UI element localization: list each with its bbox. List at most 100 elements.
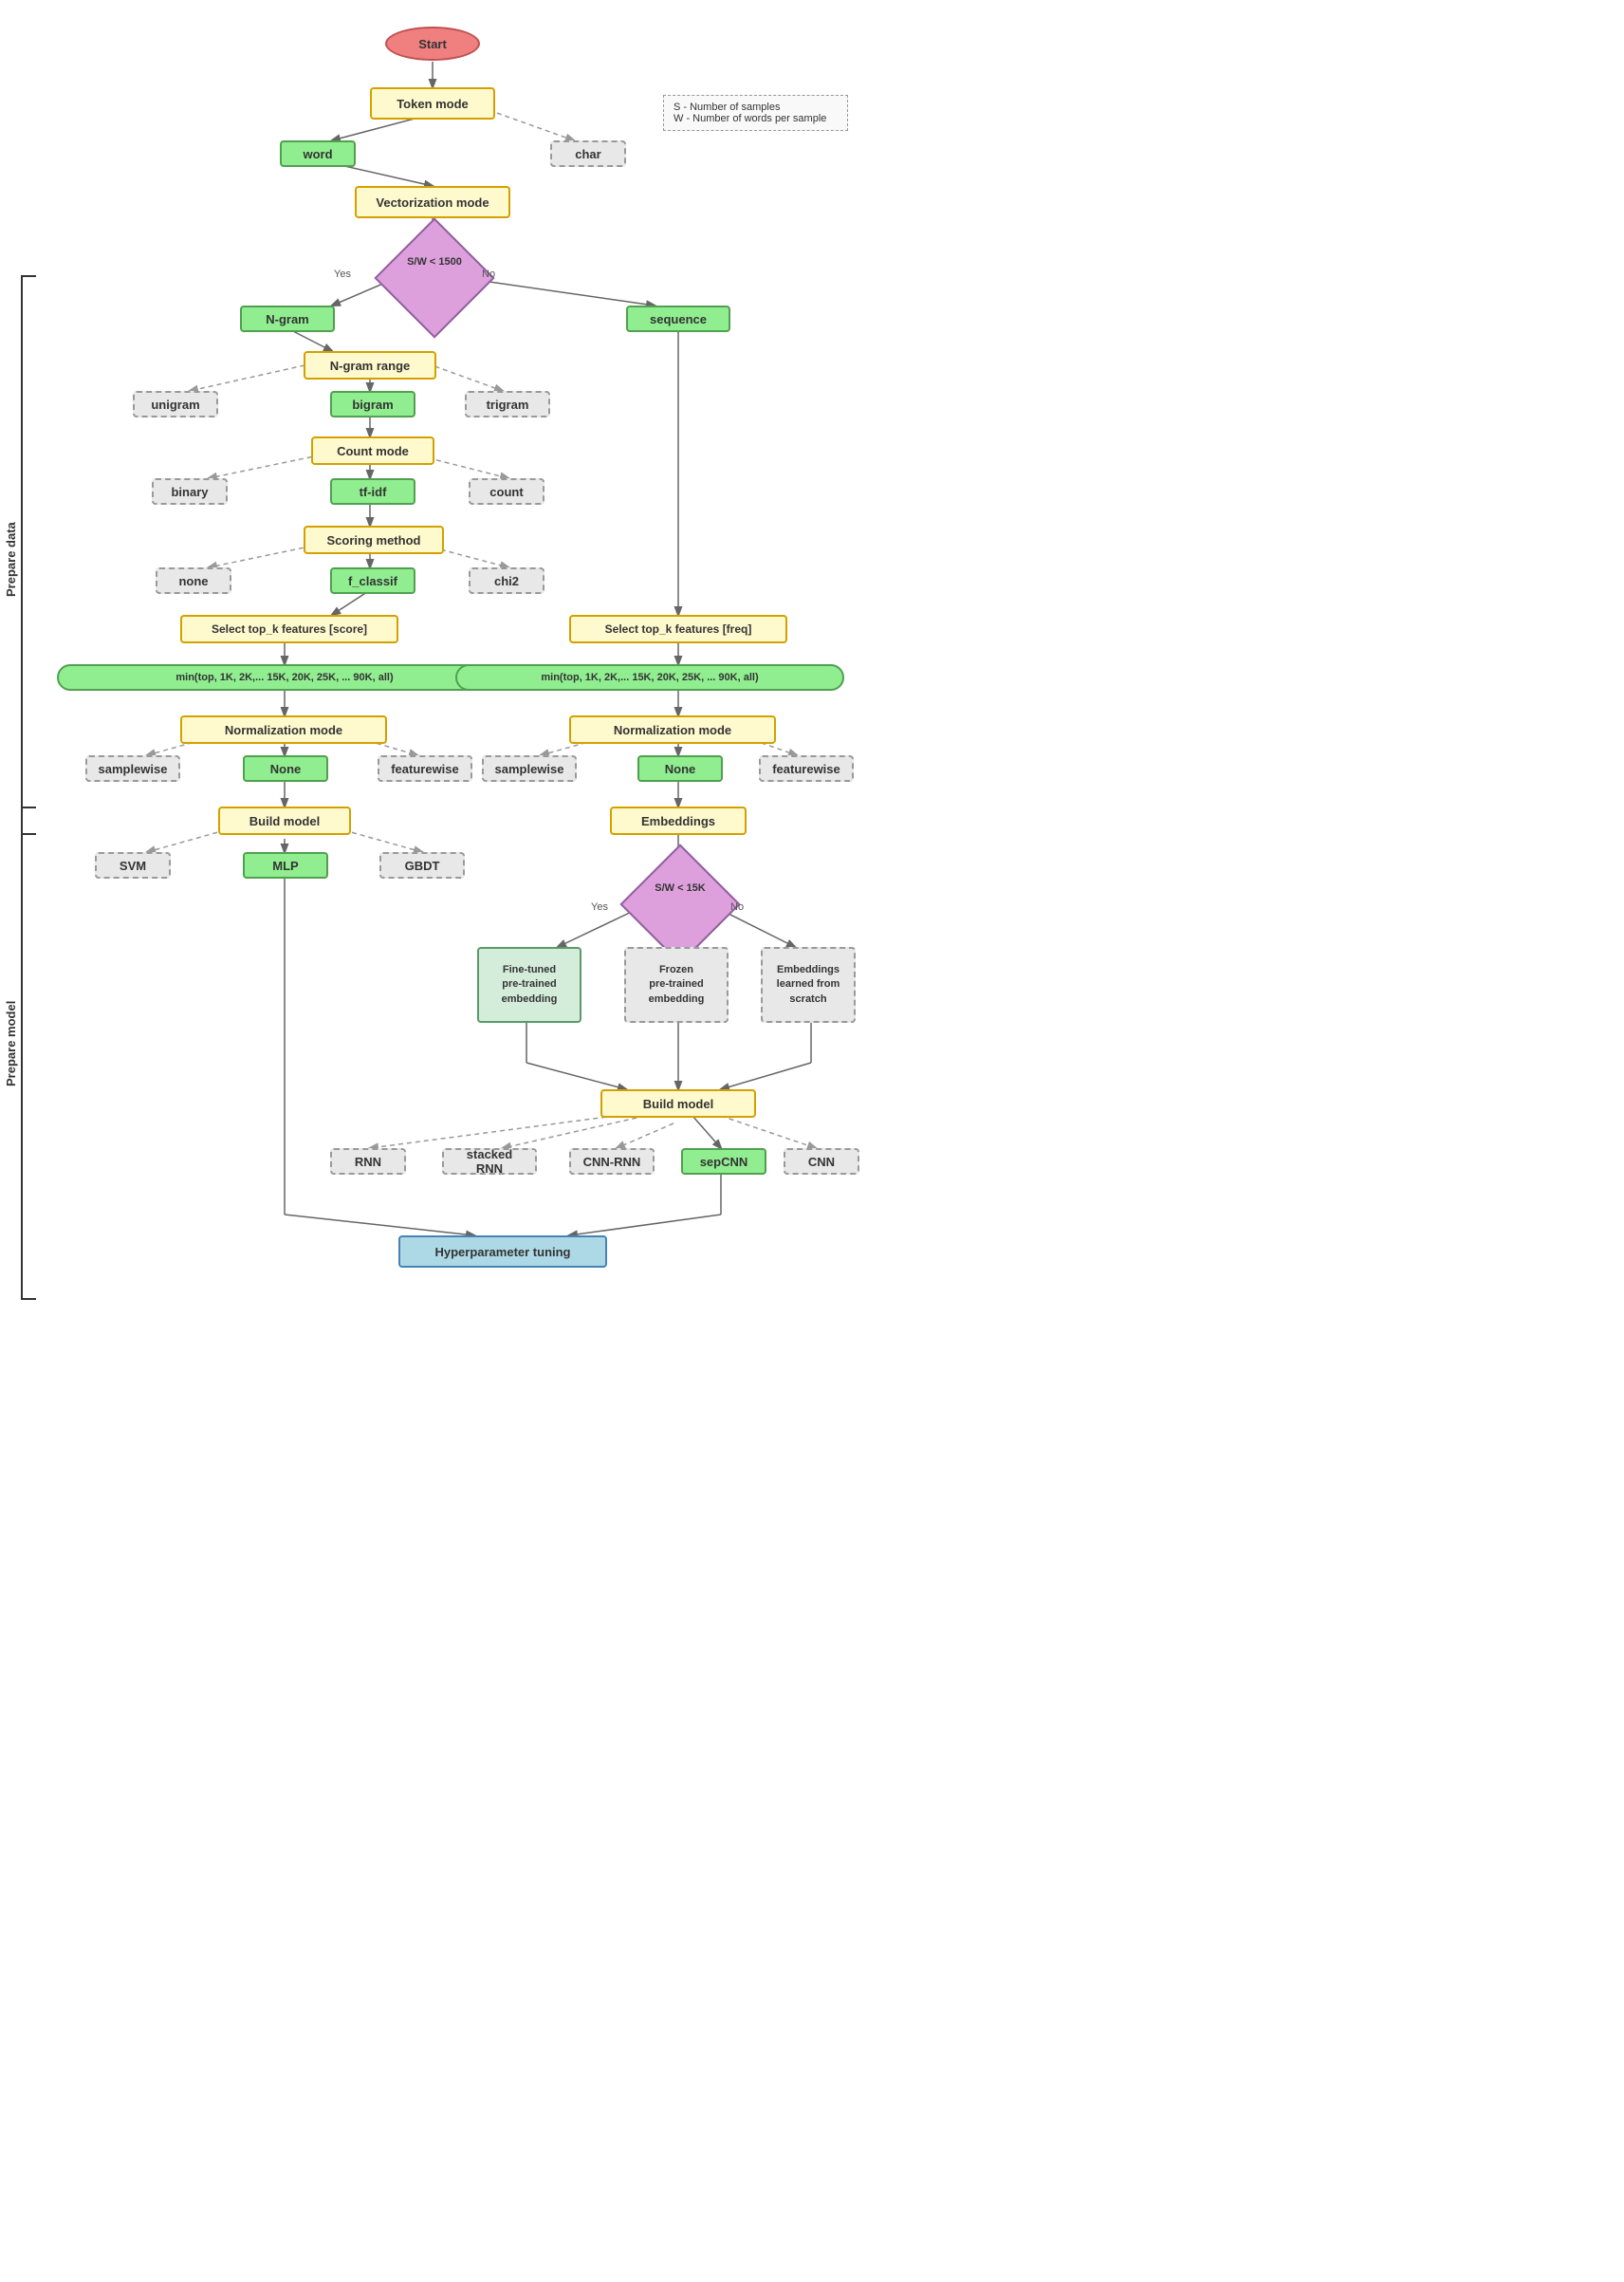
frozen-node: Frozen pre-trained embedding	[624, 947, 729, 1023]
hyperparameter-node: Hyperparameter tuning	[398, 1235, 607, 1268]
none-l-label: None	[270, 762, 302, 776]
mlp-node: MLP	[243, 852, 328, 879]
tfidf-label: tf-idf	[360, 485, 387, 499]
topk-score-vals-label: min(top, 1K, 2K,... 15K, 20K, 25K, ... 9…	[175, 672, 393, 683]
count-mode-label: Count mode	[337, 444, 409, 458]
build-model-right-label: Build model	[643, 1097, 713, 1111]
binary-node: binary	[152, 478, 228, 505]
token-mode-node: Token mode	[370, 87, 495, 120]
f-classif-node: f_classif	[330, 567, 415, 594]
word-node: word	[280, 140, 356, 167]
vectorization-mode-node: Vectorization mode	[355, 186, 510, 218]
vectorization-label: Vectorization mode	[376, 195, 489, 210]
flowchart: Start Token mode word char Vectorization…	[0, 0, 865, 2230]
svm-node: SVM	[95, 852, 171, 879]
norm-mode-right-label: Normalization mode	[614, 723, 731, 737]
rnn-node: RNN	[330, 1148, 406, 1175]
prepare-model-brace	[21, 807, 36, 1300]
bigram-label: bigram	[352, 398, 393, 412]
cnn-rnn-label: CNN-RNN	[583, 1155, 641, 1169]
stacked-rnn-label: stacked RNN	[455, 1147, 524, 1176]
start-label: Start	[418, 37, 447, 51]
featurewise-r-label: featurewise	[772, 762, 840, 776]
none-node: none	[156, 567, 231, 594]
select-topk-score-label: Select top_k features [score]	[212, 622, 367, 636]
unigram-node: unigram	[133, 391, 218, 417]
no-label-1: No	[482, 269, 495, 280]
embeddings-label: Embeddings	[641, 814, 715, 828]
ngram-node: N-gram	[240, 306, 335, 332]
mlp-label: MLP	[272, 859, 298, 873]
hyperparameter-label: Hyperparameter tuning	[434, 1245, 570, 1259]
samplewise-r-node: samplewise	[482, 755, 577, 782]
chi2-node: chi2	[469, 567, 544, 594]
fine-tuned-label: Fine-tuned pre-trained embedding	[502, 963, 558, 1007]
none-r-label: None	[665, 762, 696, 776]
ngram-range-label: N-gram range	[330, 359, 411, 373]
prepare-data-brace	[21, 275, 36, 835]
ngram-range-node: N-gram range	[304, 351, 436, 380]
topk-score-vals-node: min(top, 1K, 2K,... 15K, 20K, 25K, ... 9…	[57, 664, 512, 691]
cnn-label: CNN	[808, 1155, 835, 1169]
count-mode-node: Count mode	[311, 436, 434, 465]
select-topk-score-node: Select top_k features [score]	[180, 615, 398, 643]
diamond-sw-1500-text: S/W < 1500	[397, 256, 472, 268]
legend-w: W - Number of words per sample	[674, 113, 838, 124]
samplewise-l-node: samplewise	[85, 755, 180, 782]
char-node: char	[550, 140, 626, 167]
fine-tuned-node: Fine-tuned pre-trained embedding	[477, 947, 581, 1023]
learned-scratch-node: Embeddings learned from scratch	[761, 947, 856, 1023]
norm-mode-right-node: Normalization mode	[569, 715, 776, 744]
build-model-left-node: Build model	[218, 807, 351, 835]
trigram-label: trigram	[487, 398, 529, 412]
sepcnn-node: sepCNN	[681, 1148, 766, 1175]
none-r-node: None	[637, 755, 723, 782]
none-l-node: None	[243, 755, 328, 782]
cnn-rnn-node: CNN-RNN	[569, 1148, 655, 1175]
cnn-node: CNN	[784, 1148, 859, 1175]
tfidf-node: tf-idf	[330, 478, 415, 505]
select-topk-freq-label: Select top_k features [freq]	[605, 622, 752, 636]
build-model-right-node: Build model	[600, 1089, 756, 1118]
binary-label: binary	[171, 485, 208, 499]
sequence-node: sequence	[626, 306, 730, 332]
yes-label-2: Yes	[591, 901, 608, 913]
topk-freq-vals-node: min(top, 1K, 2K,... 15K, 20K, 25K, ... 9…	[455, 664, 844, 691]
norm-mode-left-label: Normalization mode	[225, 723, 342, 737]
sequence-label: sequence	[650, 312, 707, 326]
start-node: Start	[385, 27, 480, 61]
legend-s: S - Number of samples	[674, 102, 838, 113]
bigram-node: bigram	[330, 391, 415, 417]
prepare-model-label: Prepare model	[4, 949, 18, 1139]
gbdt-label: GBDT	[405, 859, 440, 873]
rnn-label: RNN	[355, 1155, 381, 1169]
diamond-sw-1500	[374, 217, 494, 338]
embeddings-node: Embeddings	[610, 807, 747, 835]
samplewise-l-label: samplewise	[99, 762, 168, 776]
ngram-label: N-gram	[266, 312, 309, 326]
svm-label: SVM	[120, 859, 146, 873]
frozen-label: Frozen pre-trained embedding	[649, 963, 705, 1007]
word-label: word	[303, 147, 332, 161]
topk-freq-vals-label: min(top, 1K, 2K,... 15K, 20K, 25K, ... 9…	[541, 672, 758, 683]
trigram-node: trigram	[465, 391, 550, 417]
featurewise-l-node: featurewise	[378, 755, 472, 782]
scoring-method-label: Scoring method	[327, 533, 421, 547]
none-label: none	[178, 574, 208, 588]
learned-scratch-label: Embeddings learned from scratch	[777, 963, 840, 1007]
chi2-label: chi2	[494, 574, 519, 588]
diamond-sw-15k-text: S/W < 15K	[642, 882, 718, 894]
yes-label-1: Yes	[334, 269, 351, 280]
char-label: char	[575, 147, 600, 161]
norm-mode-left-node: Normalization mode	[180, 715, 387, 744]
featurewise-l-label: featurewise	[391, 762, 459, 776]
samplewise-r-label: samplewise	[495, 762, 564, 776]
token-mode-label: Token mode	[397, 97, 469, 111]
select-topk-freq-node: Select top_k features [freq]	[569, 615, 787, 643]
legend-box: S - Number of samples W - Number of word…	[663, 95, 848, 131]
stacked-rnn-node: stacked RNN	[442, 1148, 537, 1175]
unigram-label: unigram	[151, 398, 199, 412]
gbdt-node: GBDT	[379, 852, 465, 879]
build-model-left-label: Build model	[249, 814, 320, 828]
featurewise-r-node: featurewise	[759, 755, 854, 782]
